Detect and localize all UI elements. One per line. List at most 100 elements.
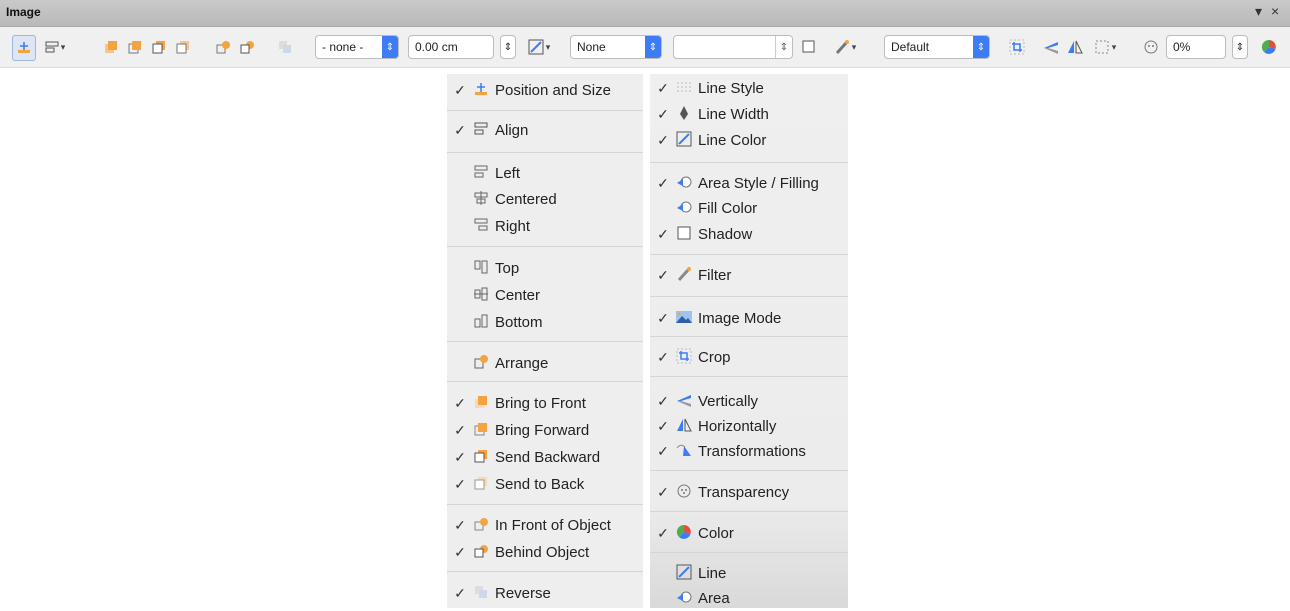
menu-left-item-bring-forward[interactable]: ✓ Bring Forward bbox=[447, 418, 643, 443]
transparency-stepper[interactable]: ⇕ bbox=[1232, 35, 1248, 59]
menu-right-item-line-width[interactable]: ✓ Line Width bbox=[650, 102, 848, 127]
menu-separator bbox=[650, 470, 848, 471]
line-width-field[interactable]: 0.00 cm bbox=[408, 35, 494, 59]
menu-right-item-shadow[interactable]: ✓ Shadow bbox=[650, 222, 848, 247]
menu-right-item-transparency[interactable]: ✓ Transparency bbox=[650, 480, 848, 505]
line-style-select[interactable]: - none - ⇕ bbox=[315, 35, 399, 59]
align-left-icon bbox=[471, 164, 491, 183]
flip-vertically-icon bbox=[1044, 42, 1058, 54]
area-style-select[interactable]: None ⇕ bbox=[570, 35, 662, 59]
shadow-icon bbox=[674, 225, 694, 244]
checkmark-icon: ✓ bbox=[657, 226, 669, 242]
menu-left-item-position-and-size[interactable]: ✓ Position and Size bbox=[447, 78, 643, 103]
menu-left-item-send-backward[interactable]: ✓ Send Backward bbox=[447, 445, 643, 470]
menu-right-item-area-style-filling[interactable]: ✓ Area Style / Filling bbox=[650, 171, 848, 196]
reverse-button[interactable] bbox=[274, 35, 296, 59]
menu-left-item-centered[interactable]: Centered bbox=[447, 187, 643, 212]
menu-left-item-center[interactable]: Center bbox=[447, 283, 643, 308]
filter-button[interactable]: ▾ bbox=[828, 35, 862, 59]
menu-item-label: Center bbox=[495, 287, 541, 304]
menu-right-item-horizontally[interactable]: ✓ Horizontally bbox=[650, 414, 848, 439]
menu-item-label: Arrange bbox=[495, 355, 549, 372]
color-icon bbox=[1261, 39, 1276, 54]
menu-right-item-line-color[interactable]: ✓ Line Color bbox=[650, 128, 848, 153]
menu-item-label: Left bbox=[495, 165, 521, 182]
menu-separator bbox=[650, 376, 848, 377]
flip-horizontally-button[interactable] bbox=[1064, 35, 1086, 59]
flip-horizontally-icon bbox=[674, 417, 694, 436]
menu-right-item-color[interactable]: ✓ Color bbox=[650, 521, 848, 546]
image-mode-icon bbox=[674, 309, 694, 328]
menu-item-label: Vertically bbox=[698, 393, 759, 410]
color-icon bbox=[674, 524, 694, 543]
transformations-button[interactable]: ▾ bbox=[1088, 35, 1122, 59]
align-centered-icon bbox=[471, 190, 491, 209]
menu-left-item-left[interactable]: Left bbox=[447, 161, 643, 186]
toolbar-menu-dropdown-icon[interactable]: ▾ bbox=[1255, 3, 1262, 20]
transparency-button[interactable] bbox=[1140, 35, 1162, 59]
bring-to-front-button[interactable] bbox=[100, 35, 122, 59]
menu-left-item-send-to-back[interactable]: ✓ Send to Back bbox=[447, 472, 643, 497]
line-style-value: - none - bbox=[322, 40, 364, 54]
menu-item-label: Bottom bbox=[495, 314, 543, 331]
menu-left-item-reverse[interactable]: ✓ Reverse bbox=[447, 581, 643, 606]
menu-left-item-top[interactable]: Top bbox=[447, 256, 643, 281]
menu-right-item-fill-color[interactable]: Fill Color bbox=[650, 196, 848, 221]
menu-item-label: Behind Object bbox=[495, 544, 590, 561]
menu-left-item-in-front-of-object[interactable]: ✓ In Front of Object bbox=[447, 513, 643, 538]
chevron-down-icon: ▾ bbox=[60, 41, 66, 52]
menu-item-label: Filter bbox=[698, 267, 732, 284]
align-top-icon bbox=[471, 259, 491, 278]
send-to-back-button[interactable] bbox=[172, 35, 194, 59]
menu-separator bbox=[650, 552, 848, 553]
line-width-stepper[interactable]: ⇕ bbox=[500, 35, 516, 59]
crop-button[interactable] bbox=[1006, 35, 1028, 59]
checkmark-icon: ✓ bbox=[657, 443, 669, 459]
align-bottom-icon bbox=[471, 313, 491, 332]
menu-right-item-image-mode[interactable]: ✓ Image Mode bbox=[650, 306, 848, 331]
flip-vertically-button[interactable] bbox=[1040, 35, 1062, 59]
line-style-icon bbox=[674, 79, 694, 98]
position-size-button[interactable] bbox=[12, 35, 36, 61]
image-mode-select[interactable]: Default ⇕ bbox=[884, 35, 990, 59]
behind-object-icon bbox=[471, 543, 491, 562]
send-backward-button[interactable] bbox=[148, 35, 170, 59]
shadow-button[interactable] bbox=[798, 35, 820, 59]
in-front-of-object-button[interactable] bbox=[212, 35, 234, 59]
bring-forward-button[interactable] bbox=[124, 35, 146, 59]
checkmark-icon: ✓ bbox=[454, 82, 466, 98]
shadow-icon bbox=[802, 40, 815, 53]
menu-item-label: In Front of Object bbox=[495, 517, 611, 534]
line-color-button[interactable]: ▾ bbox=[522, 35, 556, 59]
area-icon bbox=[674, 589, 694, 608]
menu-left-item-right[interactable]: Right bbox=[447, 214, 643, 239]
checkmark-icon: ✓ bbox=[657, 349, 669, 365]
menu-right-item-transformations[interactable]: ✓ Transformations bbox=[650, 439, 848, 464]
chevron-down-icon: ▾ bbox=[851, 41, 857, 52]
menu-right-item-crop[interactable]: ✓ Crop bbox=[650, 345, 848, 370]
menu-left-item-behind-object[interactable]: ✓ Behind Object bbox=[447, 540, 643, 565]
menu-item-label: Line Color bbox=[698, 132, 767, 149]
color-button[interactable] bbox=[1258, 35, 1280, 59]
menu-item-label: Right bbox=[495, 218, 531, 235]
close-icon[interactable]: × bbox=[1271, 3, 1279, 19]
toolbar-items-menu-left: ✓ Position and Size ✓ Align Left Centered Righ… bbox=[447, 74, 643, 608]
menu-left-item-bottom[interactable]: Bottom bbox=[447, 310, 643, 335]
line-width-icon bbox=[674, 105, 694, 124]
menu-right-item-line-style[interactable]: ✓ Line Style bbox=[650, 76, 848, 101]
menu-right-item-area[interactable]: Area bbox=[650, 586, 848, 611]
behind-object-button[interactable] bbox=[236, 35, 258, 59]
menu-item-label: Area bbox=[698, 590, 730, 607]
transparency-icon bbox=[1144, 40, 1158, 54]
menu-right-item-vertically[interactable]: ✓ Vertically bbox=[650, 389, 848, 414]
menu-right-item-filter[interactable]: ✓ Filter bbox=[650, 263, 848, 288]
menu-item-label: Line Width bbox=[698, 106, 769, 123]
align-button[interactable]: ▾ bbox=[40, 35, 70, 59]
line-icon bbox=[674, 564, 694, 583]
transparency-field[interactable]: 0% bbox=[1166, 35, 1226, 59]
menu-left-item-arrange[interactable]: Arrange bbox=[447, 351, 643, 376]
menu-left-item-bring-to-front[interactable]: ✓ Bring to Front bbox=[447, 391, 643, 416]
menu-left-item-align[interactable]: ✓ Align bbox=[447, 118, 643, 143]
fill-select[interactable]: ⇕ bbox=[673, 35, 793, 59]
menu-right-item-line[interactable]: Line bbox=[650, 561, 848, 586]
